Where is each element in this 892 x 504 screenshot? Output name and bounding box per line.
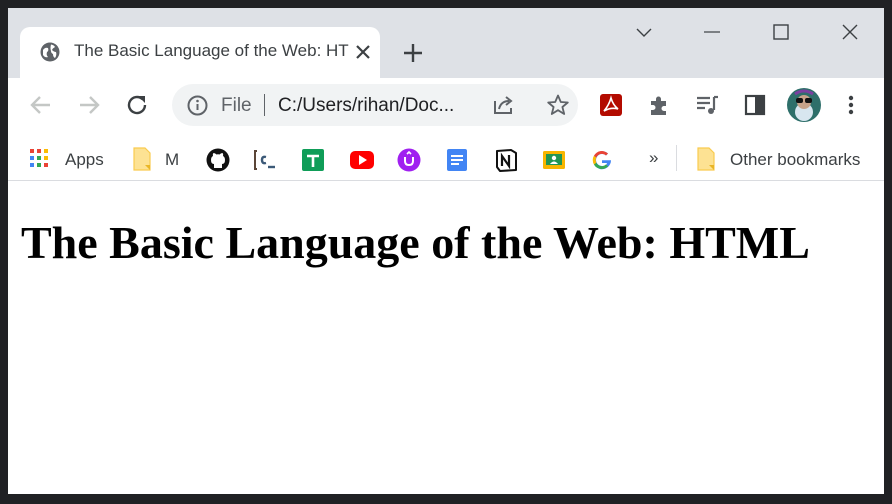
google-docs-icon[interactable] (446, 148, 468, 172)
browser-window: The Basic Language of the Web: HTML File… (8, 8, 884, 494)
address-bar[interactable]: File C:/Users/rihan/Doc... (172, 84, 578, 126)
bookmark-folder-m[interactable]: M (131, 141, 189, 171)
upwork-icon[interactable] (397, 148, 421, 172)
bookmark-m-label: M (165, 150, 180, 169)
tab-active[interactable]: The Basic Language of the Web: HTML (20, 27, 380, 78)
url-text[interactable]: C:/Users/rihan/Doc... (278, 95, 454, 117)
chevron-down-icon[interactable] (634, 22, 654, 42)
github-icon[interactable] (206, 148, 230, 172)
bookmark-other[interactable]: Other bookmarks (695, 141, 875, 171)
codechef-icon[interactable] (253, 148, 277, 172)
reload-icon[interactable] (124, 92, 150, 118)
bookmarks-overflow-button[interactable]: » (649, 148, 658, 168)
puzzle-extension-icon[interactable] (647, 93, 671, 117)
kebab-menu-icon[interactable] (841, 93, 861, 117)
plus-icon[interactable] (402, 42, 424, 64)
bookmarks-bar: Apps M » Other bookmarks (8, 134, 884, 181)
pdf-extension-icon[interactable] (599, 93, 623, 117)
maximize-icon[interactable] (771, 22, 791, 42)
info-icon[interactable] (187, 95, 208, 116)
bookmark-other-label: Other bookmarks (730, 150, 861, 169)
google-icon[interactable] (591, 149, 613, 171)
close-window-icon[interactable] (840, 22, 860, 42)
tab-title: The Basic Language of the Web: HTML (74, 41, 350, 60)
scheme-label: File (221, 95, 252, 116)
youtube-icon[interactable] (349, 150, 375, 170)
notion-icon[interactable] (494, 148, 518, 172)
media-queue-icon[interactable] (695, 93, 719, 117)
page-heading: The Basic Language of the Web: HTML (21, 217, 810, 268)
close-icon[interactable] (353, 42, 373, 62)
star-icon[interactable] (546, 93, 570, 117)
apps-grid-icon (30, 149, 48, 167)
back-arrow-icon[interactable] (28, 92, 54, 118)
share-icon[interactable] (492, 93, 516, 117)
google-sheets-icon[interactable] (301, 148, 325, 172)
profile-avatar[interactable] (787, 88, 821, 122)
globe-icon (40, 42, 60, 62)
bookmark-apps[interactable]: Apps (26, 141, 118, 171)
minimize-icon[interactable] (702, 22, 722, 42)
folder-icon (133, 147, 151, 171)
page-content: The Basic Language of the Web: HTML (8, 181, 884, 494)
toolbar: File C:/Users/rihan/Doc... (8, 78, 884, 134)
bookmark-apps-label: Apps (65, 150, 104, 169)
omnibox-separator (264, 94, 265, 116)
side-panel-icon[interactable] (743, 93, 767, 117)
forward-arrow-icon[interactable] (76, 92, 102, 118)
folder-icon (697, 147, 715, 171)
tab-strip: The Basic Language of the Web: HTML (8, 8, 884, 78)
google-classroom-icon[interactable] (542, 148, 566, 172)
bookmarks-divider (676, 145, 677, 171)
